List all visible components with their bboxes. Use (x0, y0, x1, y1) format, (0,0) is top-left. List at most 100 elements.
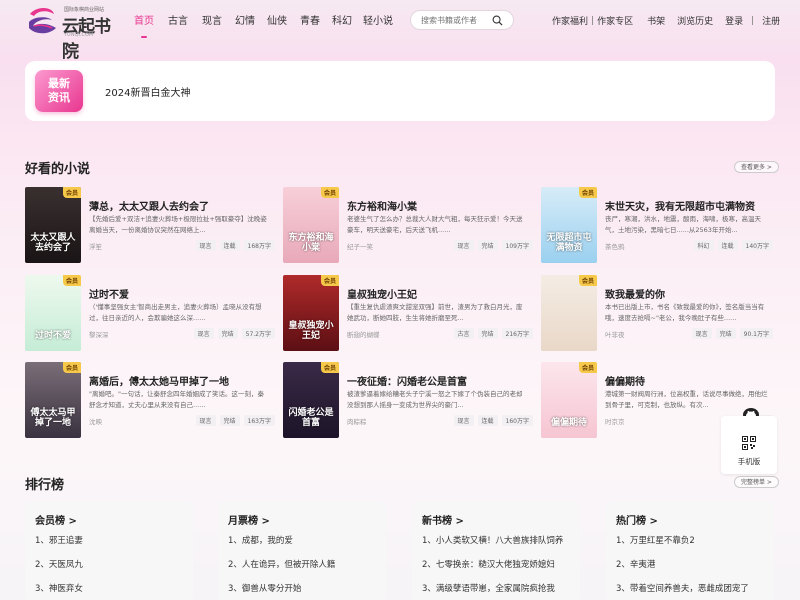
nav-light-novel[interactable]: 轻小说 (363, 12, 393, 27)
ranking-item[interactable]: 2、人在诡异，但被开除人籍 (228, 558, 335, 570)
cover-title: 东方裕和海小棠 (288, 233, 334, 253)
cover-title: 过时不爱 (34, 331, 71, 341)
book-title[interactable]: 东方裕和海小棠 (347, 198, 417, 213)
book-cover[interactable]: 会员 傅太太马甲掉了一地 (25, 362, 81, 438)
nav-qingchun[interactable]: 青春 (299, 12, 321, 27)
history-link[interactable]: 浏览历史 (677, 14, 713, 27)
nav-huanqing[interactable]: 幻情 (234, 12, 256, 27)
nav-xianyan[interactable]: 现言 (201, 12, 223, 27)
ranking-item[interactable]: 2、七零换亲：糙汉大佬独宠娇媳妇 (422, 558, 555, 570)
mobile-version-widget[interactable]: 手机版 (721, 416, 777, 474)
book-card[interactable]: 会员 闪婚老公是首富 一夜征婚：闪婚老公是首富 被渣爹逼着嫁给糟老头子宁溪一怒之… (283, 362, 533, 440)
recommend-more-button[interactable]: 查看更多 > (734, 161, 779, 173)
news-badge: 最新资讯 (35, 70, 83, 112)
site-logo[interactable]: 国际象棋商业网站 云起书院 YUNQI.COM (26, 4, 116, 62)
login-link[interactable]: 登录 (725, 14, 743, 27)
ranking-item[interactable]: 3、带着空间养兽夫，恶雌成团宠了 (616, 582, 749, 594)
divider: | (591, 15, 595, 26)
ranking-item[interactable]: 1、邪王追妻 (35, 534, 83, 546)
ranking-item[interactable]: 3、御兽从零分开始 (228, 582, 301, 594)
ranking-item[interactable]: 2、辛夷港 (616, 558, 655, 570)
recommend-section-title: 好看的小说 (25, 162, 91, 177)
cover-title: 闪婚老公是首富 (288, 408, 334, 428)
book-title[interactable]: 偏偏期待 (605, 373, 645, 388)
book-tag: 现言 (193, 328, 214, 339)
news-headline[interactable]: 2024新晋白金大神 (105, 84, 190, 99)
book-description: 【重生复仇虐渣爽文甜宠双强】前世，渣男为了救白月光，废她武功，断她四肢，生生将她… (347, 303, 523, 322)
book-author[interactable]: 纪子一笑 (347, 241, 373, 251)
book-title[interactable]: 过时不爱 (89, 286, 129, 301)
ranking-item[interactable]: 1、万里红星不靠负2 (616, 534, 695, 546)
ranking-item[interactable]: 1、成都，我的爱 (228, 534, 293, 546)
book-description: 【先婚后爱+双洁+追妻火葬场+极限拉扯+强取豪夺】沈晚姿离婚当天，一份离婚协议突… (89, 215, 267, 234)
book-description: 老婆生气了怎么办？总裁大人财大气粗，每天狂示爱！今天送豪车，明天送豪宅，后天送飞… (347, 215, 523, 234)
nav-xianxia[interactable]: 仙侠 (266, 12, 288, 27)
book-card[interactable]: 会员 无限超市屯满物资 末世天灾，我有无限超市屯满物资 丧尸，寒潮，洪水，地震，… (541, 187, 773, 265)
book-card[interactable]: 会员 过时不爱 过时不爱 （'懂事坚强女主'智商出走男主，追妻火葬场）孟晓从没有… (25, 275, 275, 353)
book-description: 丧尸，寒潮，洪水，地震，酸雨，海啸，极寒，高温天气，土地污染，黑暗七日.....… (605, 215, 761, 234)
nav-home[interactable]: 首页 (133, 12, 155, 38)
bookshelf-link[interactable]: 书架 (647, 14, 665, 27)
book-tag: 163万字 (243, 415, 275, 426)
book-card[interactable]: 会员 傅太太马甲掉了一地 离婚后，傅太太她马甲掉了一地 "离婚吧。"一句话，让秦… (25, 362, 275, 440)
book-tag: 连载 (477, 415, 498, 426)
book-cover[interactable]: 会员 过时不爱 (25, 275, 81, 351)
ranking-item[interactable]: 3、神医弃女 (35, 582, 83, 594)
book-card[interactable]: 会员 太太又跟人去约会了 薄总，太太又跟人去约会了 【先婚后爱+双洁+追妻火葬场… (25, 187, 275, 265)
author-zone-link[interactable]: 作家专区 (597, 14, 633, 27)
ranking-item[interactable]: 1、小人类软又横！八大兽族排队饲养 (422, 534, 563, 546)
book-card[interactable]: 会员 皇叔独宠小王妃 皇叔独宠小王妃 【重生复仇虐渣爽文甜宠双强】前世，渣男为了… (283, 275, 533, 353)
book-author[interactable]: 茶色鸦 (605, 241, 625, 251)
ranking-list-title[interactable]: 新书榜 > (422, 512, 464, 527)
book-author[interactable]: 沈映 (89, 416, 102, 426)
search-input[interactable] (421, 14, 491, 27)
book-cover[interactable]: 会员 太太又跟人去约会了 (25, 187, 81, 263)
book-tag: 168万字 (243, 240, 275, 251)
book-title[interactable]: 一夜征婚：闪婚老公是首富 (347, 373, 467, 388)
ranking-item[interactable]: 2、天医凤九 (35, 558, 83, 570)
book-cover[interactable]: 会员 东方裕和海小棠 (283, 187, 339, 263)
book-tag: 57.2万字 (241, 328, 275, 339)
book-cover[interactable]: 会员 偏偏期待 (541, 362, 597, 438)
search-icon[interactable] (492, 15, 503, 26)
book-author[interactable]: 浮笙 (89, 241, 102, 251)
book-title[interactable]: 末世天灾，我有无限超市屯满物资 (605, 198, 755, 213)
ranking-list-title[interactable]: 会员榜 > (35, 512, 77, 527)
book-author[interactable]: 黎深深 (89, 329, 109, 339)
book-cover[interactable]: 会员 (541, 275, 597, 351)
cover-title: 无限超市屯满物资 (546, 233, 592, 253)
book-tag: 完结 (477, 328, 498, 339)
ranking-list-title[interactable]: 热门榜 > (616, 512, 658, 527)
book-title[interactable]: 离婚后，傅太太她马甲掉了一地 (89, 373, 229, 388)
vip-badge: 会员 (578, 187, 597, 198)
book-tag: 现言 (195, 240, 216, 251)
nav-guyan[interactable]: 古言 (167, 12, 189, 27)
header-links: 作家福利 | 作家专区 书架 浏览历史 登录 | 注册 (552, 14, 780, 28)
book-title[interactable]: 皇叔独宠小王妃 (347, 286, 417, 301)
book-cover[interactable]: 会员 无限超市屯满物资 (541, 187, 597, 263)
divider: | (751, 15, 755, 26)
nav-kehuan[interactable]: 科幻 (331, 12, 353, 27)
book-tag: 连载 (219, 240, 240, 251)
book-card[interactable]: 会员 致我最爱的你 本书已出版上市，书名《致我最爱的你》，签名版当当有哦，速度去… (541, 275, 773, 353)
book-card[interactable]: 会员 东方裕和海小棠 东方裕和海小棠 老婆生气了怎么办？总裁大人财大气粗，每天狂… (283, 187, 533, 265)
book-cover[interactable]: 会员 皇叔独宠小王妃 (283, 275, 339, 351)
cover-title: 皇叔独宠小王妃 (288, 321, 334, 341)
book-tag: 216万字 (501, 328, 533, 339)
vip-badge: 会员 (578, 275, 597, 286)
book-tags: 现言 连载 160万字 (450, 415, 533, 426)
book-tag: 完结 (477, 240, 498, 251)
register-link[interactable]: 注册 (762, 14, 780, 27)
author-welfare-link[interactable]: 作家福利 (552, 14, 588, 27)
book-author[interactable]: 肉粽粽 (347, 416, 367, 426)
book-title[interactable]: 薄总，太太又跟人去约会了 (89, 198, 209, 213)
book-author[interactable]: 叶非夜 (605, 329, 625, 339)
book-author[interactable]: 时京京 (605, 416, 625, 426)
book-title[interactable]: 致我最爱的你 (605, 286, 665, 301)
book-author[interactable]: 断翅的蝴蝶 (347, 329, 380, 339)
search-box[interactable] (410, 10, 514, 30)
ranking-list-title[interactable]: 月票榜 > (228, 512, 270, 527)
ranking-item[interactable]: 3、满级孽语带崽，全家属院疯抢我 (422, 582, 555, 594)
book-cover[interactable]: 会员 闪婚老公是首富 (283, 362, 339, 438)
ranking-more-button[interactable]: 完整榜单 > (734, 476, 779, 488)
